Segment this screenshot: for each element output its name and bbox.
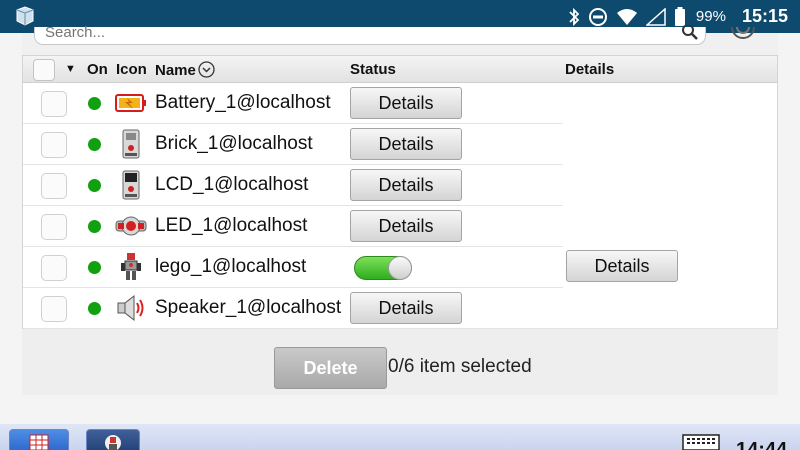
status-details-button[interactable]: Details	[350, 128, 462, 160]
row-checkbox[interactable]	[41, 132, 67, 158]
online-indicator	[88, 302, 101, 315]
led-icon	[115, 216, 147, 236]
robot-icon	[121, 253, 141, 280]
status-clock: 15:15	[741, 6, 788, 26]
table-row: lego_1@localhost Details	[23, 247, 777, 288]
online-indicator	[88, 179, 101, 192]
device-name: LED_1@localhost	[155, 215, 308, 236]
details-button[interactable]: Details	[566, 250, 678, 282]
online-indicator	[88, 261, 101, 274]
row-checkbox[interactable]	[41, 91, 67, 117]
row-checkbox[interactable]	[41, 214, 67, 240]
device-name: Brick_1@localhost	[155, 133, 313, 154]
keyboard-icon[interactable]	[682, 434, 720, 450]
select-menu-arrow-icon[interactable]: ▼	[65, 63, 76, 75]
toggle-knob[interactable]	[388, 256, 412, 280]
battery-percent: 99%	[695, 8, 726, 25]
selection-count: 0/6 item selected	[388, 356, 532, 377]
taskbar-clock: 14:44	[736, 439, 788, 450]
row-checkbox[interactable]	[41, 255, 67, 281]
header-name[interactable]: Name	[155, 61, 215, 79]
delete-button[interactable]: Delete	[274, 347, 387, 389]
taskbar-robot-button[interactable]	[86, 429, 140, 450]
header-icon: Icon	[116, 61, 147, 78]
search-box[interactable]	[34, 23, 706, 45]
brick-icon	[122, 129, 140, 159]
header-status: Status	[350, 61, 396, 78]
taskbar: 14:44	[0, 424, 800, 450]
header-details: Details	[565, 61, 615, 78]
row-checkbox[interactable]	[41, 296, 67, 322]
table-row: Brick_1@localhost Details	[23, 124, 777, 165]
search-input[interactable]	[45, 23, 665, 41]
device-name: LCD_1@localhost	[155, 174, 309, 195]
table-row: Battery_1@localhost Details	[23, 83, 777, 124]
battery-status-icon	[674, 6, 685, 26]
status-details-button[interactable]: Details	[350, 169, 462, 201]
refresh-icon[interactable]	[728, 25, 758, 45]
table-row: LED_1@localhost Details	[23, 206, 777, 247]
cube-icon	[16, 6, 34, 26]
device-name: lego_1@localhost	[155, 256, 307, 277]
table-row: LCD_1@localhost Details	[23, 165, 777, 206]
table-header: ▼ On Icon Name Status Details	[23, 56, 777, 83]
speaker-icon	[117, 294, 144, 322]
status-details-button[interactable]: Details	[350, 292, 462, 324]
online-indicator	[88, 97, 101, 110]
table-row: Speaker_1@localhost Details	[23, 288, 777, 329]
online-indicator	[88, 138, 101, 151]
device-name: Battery_1@localhost	[155, 92, 331, 113]
sort-chevron-icon[interactable]	[198, 61, 215, 78]
status-toggle[interactable]	[354, 256, 412, 280]
lcd-icon	[122, 170, 140, 200]
battery-icon	[115, 94, 146, 112]
select-all-checkbox[interactable]	[33, 59, 55, 81]
grid-app-icon	[29, 434, 49, 450]
online-indicator	[88, 220, 101, 233]
device-panel: ▼ On Icon Name Status Details Battery_1@…	[22, 23, 778, 395]
status-details-button[interactable]: Details	[350, 87, 462, 119]
row-checkbox[interactable]	[41, 173, 67, 199]
header-on: On	[87, 61, 108, 78]
action-bar: Delete 0/6 item selected	[22, 329, 778, 395]
taskbar-app-button[interactable]	[9, 429, 69, 450]
robot-app-icon	[105, 435, 121, 450]
device-table: ▼ On Icon Name Status Details Battery_1@…	[22, 55, 778, 329]
device-name: Speaker_1@localhost	[155, 297, 342, 318]
search-icon[interactable]	[681, 25, 699, 43]
status-details-button[interactable]: Details	[350, 210, 462, 242]
